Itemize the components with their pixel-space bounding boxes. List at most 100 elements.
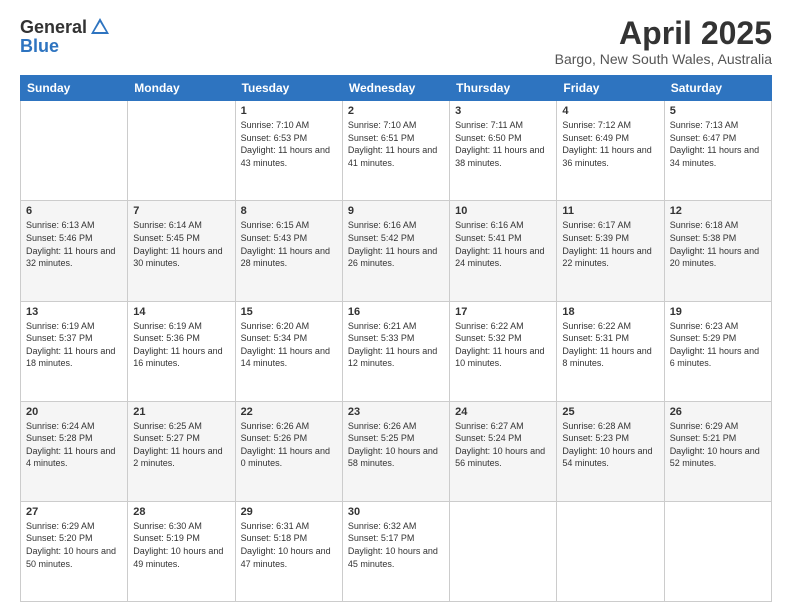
calendar-day-cell: 3 Sunrise: 7:11 AM Sunset: 6:50 PM Daylig… <box>450 101 557 201</box>
calendar-day-cell: 21Sunrise: 6:25 AM Sunset: 5:27 PM Dayli… <box>128 401 235 501</box>
day-info: Sunrise: 6:29 AM Sunset: 5:20 PM Dayligh… <box>26 520 122 570</box>
calendar-week-row: 1 Sunrise: 7:10 AM Sunset: 6:53 PM Daylig… <box>21 101 772 201</box>
logo-blue-text: Blue <box>20 36 59 57</box>
day-info: Sunrise: 6:22 AM Sunset: 5:31 PM Dayligh… <box>562 320 658 370</box>
day-number: 27 <box>26 506 122 518</box>
day-info: Sunrise: 6:27 AM Sunset: 5:24 PM Dayligh… <box>455 420 551 470</box>
day-info: Sunrise: 6:19 AM Sunset: 5:37 PM Dayligh… <box>26 320 122 370</box>
calendar-day-cell: 22Sunrise: 6:26 AM Sunset: 5:26 PM Dayli… <box>235 401 342 501</box>
day-number: 22 <box>241 406 337 418</box>
col-friday: Friday <box>557 76 664 101</box>
day-number: 8 <box>241 205 337 217</box>
day-info: Sunrise: 7:12 AM Sunset: 6:49 PM Dayligh… <box>562 119 658 169</box>
day-number: 30 <box>348 506 444 518</box>
calendar-day-cell: 19Sunrise: 6:23 AM Sunset: 5:29 PM Dayli… <box>664 301 771 401</box>
day-number: 14 <box>133 306 229 318</box>
day-number: 18 <box>562 306 658 318</box>
col-wednesday: Wednesday <box>342 76 449 101</box>
header: General Blue April 2025 Bargo, New South… <box>20 16 772 67</box>
day-info: Sunrise: 6:20 AM Sunset: 5:34 PM Dayligh… <box>241 320 337 370</box>
day-info: Sunrise: 6:18 AM Sunset: 5:38 PM Dayligh… <box>670 219 766 269</box>
day-number: 21 <box>133 406 229 418</box>
day-number: 26 <box>670 406 766 418</box>
calendar-day-cell: 23Sunrise: 6:26 AM Sunset: 5:25 PM Dayli… <box>342 401 449 501</box>
day-number: 1 <box>241 105 337 117</box>
logo-general-text: General <box>20 17 87 38</box>
day-info: Sunrise: 7:13 AM Sunset: 6:47 PM Dayligh… <box>670 119 766 169</box>
day-info: Sunrise: 6:24 AM Sunset: 5:28 PM Dayligh… <box>26 420 122 470</box>
calendar-day-cell: 17 Sunrise: 6:22 AM Sunset: 5:32 PM Dayli… <box>450 301 557 401</box>
day-info: Sunrise: 6:17 AM Sunset: 5:39 PM Dayligh… <box>562 219 658 269</box>
day-number: 15 <box>241 306 337 318</box>
day-number: 9 <box>348 205 444 217</box>
day-number: 23 <box>348 406 444 418</box>
page-subtitle: Bargo, New South Wales, Australia <box>555 51 772 67</box>
page: General Blue April 2025 Bargo, New South… <box>0 0 792 612</box>
calendar-day-cell: 13 Sunrise: 6:19 AM Sunset: 5:37 PM Dayli… <box>21 301 128 401</box>
day-number: 2 <box>348 105 444 117</box>
calendar-day-cell: 24 Sunrise: 6:27 AM Sunset: 5:24 PM Dayli… <box>450 401 557 501</box>
calendar-day-cell: 8 Sunrise: 6:15 AM Sunset: 5:43 PM Daylig… <box>235 201 342 301</box>
day-info: Sunrise: 6:19 AM Sunset: 5:36 PM Dayligh… <box>133 320 229 370</box>
calendar-day-cell: 5Sunrise: 7:13 AM Sunset: 6:47 PM Daylig… <box>664 101 771 201</box>
col-sunday: Sunday <box>21 76 128 101</box>
day-info: Sunrise: 7:10 AM Sunset: 6:53 PM Dayligh… <box>241 119 337 169</box>
calendar-day-cell <box>450 501 557 601</box>
day-info: Sunrise: 6:13 AM Sunset: 5:46 PM Dayligh… <box>26 219 122 269</box>
day-number: 29 <box>241 506 337 518</box>
day-number: 3 <box>455 105 551 117</box>
calendar-table: Sunday Monday Tuesday Wednesday Thursday… <box>20 75 772 602</box>
day-number: 17 <box>455 306 551 318</box>
day-number: 6 <box>26 205 122 217</box>
calendar-day-cell: 29Sunrise: 6:31 AM Sunset: 5:18 PM Dayli… <box>235 501 342 601</box>
day-info: Sunrise: 7:11 AM Sunset: 6:50 PM Dayligh… <box>455 119 551 169</box>
day-number: 24 <box>455 406 551 418</box>
day-number: 28 <box>133 506 229 518</box>
calendar-day-cell: 1 Sunrise: 7:10 AM Sunset: 6:53 PM Daylig… <box>235 101 342 201</box>
calendar-day-cell: 12Sunrise: 6:18 AM Sunset: 5:38 PM Dayli… <box>664 201 771 301</box>
day-info: Sunrise: 6:28 AM Sunset: 5:23 PM Dayligh… <box>562 420 658 470</box>
logo-line1: General <box>20 16 111 38</box>
calendar-day-cell: 4 Sunrise: 7:12 AM Sunset: 6:49 PM Daylig… <box>557 101 664 201</box>
calendar-day-cell: 7 Sunrise: 6:14 AM Sunset: 5:45 PM Daylig… <box>128 201 235 301</box>
day-info: Sunrise: 6:29 AM Sunset: 5:21 PM Dayligh… <box>670 420 766 470</box>
col-monday: Monday <box>128 76 235 101</box>
day-info: Sunrise: 6:16 AM Sunset: 5:41 PM Dayligh… <box>455 219 551 269</box>
day-number: 25 <box>562 406 658 418</box>
calendar-day-cell: 30 Sunrise: 6:32 AM Sunset: 5:17 PM Dayli… <box>342 501 449 601</box>
col-tuesday: Tuesday <box>235 76 342 101</box>
calendar-day-cell: 9 Sunrise: 6:16 AM Sunset: 5:42 PM Daylig… <box>342 201 449 301</box>
day-info: Sunrise: 7:10 AM Sunset: 6:51 PM Dayligh… <box>348 119 444 169</box>
calendar-header-row: Sunday Monday Tuesday Wednesday Thursday… <box>21 76 772 101</box>
day-info: Sunrise: 6:15 AM Sunset: 5:43 PM Dayligh… <box>241 219 337 269</box>
day-number: 10 <box>455 205 551 217</box>
calendar-day-cell: 2 Sunrise: 7:10 AM Sunset: 6:51 PM Daylig… <box>342 101 449 201</box>
calendar-day-cell: 26 Sunrise: 6:29 AM Sunset: 5:21 PM Dayli… <box>664 401 771 501</box>
calendar-day-cell <box>128 101 235 201</box>
day-number: 20 <box>26 406 122 418</box>
day-info: Sunrise: 6:14 AM Sunset: 5:45 PM Dayligh… <box>133 219 229 269</box>
day-info: Sunrise: 6:16 AM Sunset: 5:42 PM Dayligh… <box>348 219 444 269</box>
title-block: April 2025 Bargo, New South Wales, Austr… <box>555 16 772 67</box>
day-number: 4 <box>562 105 658 117</box>
calendar-day-cell: 18 Sunrise: 6:22 AM Sunset: 5:31 PM Dayli… <box>557 301 664 401</box>
day-info: Sunrise: 6:21 AM Sunset: 5:33 PM Dayligh… <box>348 320 444 370</box>
logo-icon <box>89 16 111 38</box>
calendar-day-cell: 28Sunrise: 6:30 AM Sunset: 5:19 PM Dayli… <box>128 501 235 601</box>
calendar-week-row: 20 Sunrise: 6:24 AM Sunset: 5:28 PM Dayli… <box>21 401 772 501</box>
day-number: 13 <box>26 306 122 318</box>
day-info: Sunrise: 6:32 AM Sunset: 5:17 PM Dayligh… <box>348 520 444 570</box>
calendar-day-cell: 27 Sunrise: 6:29 AM Sunset: 5:20 PM Dayli… <box>21 501 128 601</box>
day-number: 11 <box>562 205 658 217</box>
calendar-day-cell: 6 Sunrise: 6:13 AM Sunset: 5:46 PM Daylig… <box>21 201 128 301</box>
calendar-day-cell: 20 Sunrise: 6:24 AM Sunset: 5:28 PM Dayli… <box>21 401 128 501</box>
calendar-day-cell: 25 Sunrise: 6:28 AM Sunset: 5:23 PM Dayli… <box>557 401 664 501</box>
calendar-day-cell <box>664 501 771 601</box>
day-info: Sunrise: 6:22 AM Sunset: 5:32 PM Dayligh… <box>455 320 551 370</box>
calendar-day-cell: 14 Sunrise: 6:19 AM Sunset: 5:36 PM Dayli… <box>128 301 235 401</box>
calendar-week-row: 27 Sunrise: 6:29 AM Sunset: 5:20 PM Dayli… <box>21 501 772 601</box>
day-number: 7 <box>133 205 229 217</box>
calendar-day-cell: 16Sunrise: 6:21 AM Sunset: 5:33 PM Dayli… <box>342 301 449 401</box>
calendar-week-row: 6 Sunrise: 6:13 AM Sunset: 5:46 PM Daylig… <box>21 201 772 301</box>
page-title: April 2025 <box>555 16 772 51</box>
